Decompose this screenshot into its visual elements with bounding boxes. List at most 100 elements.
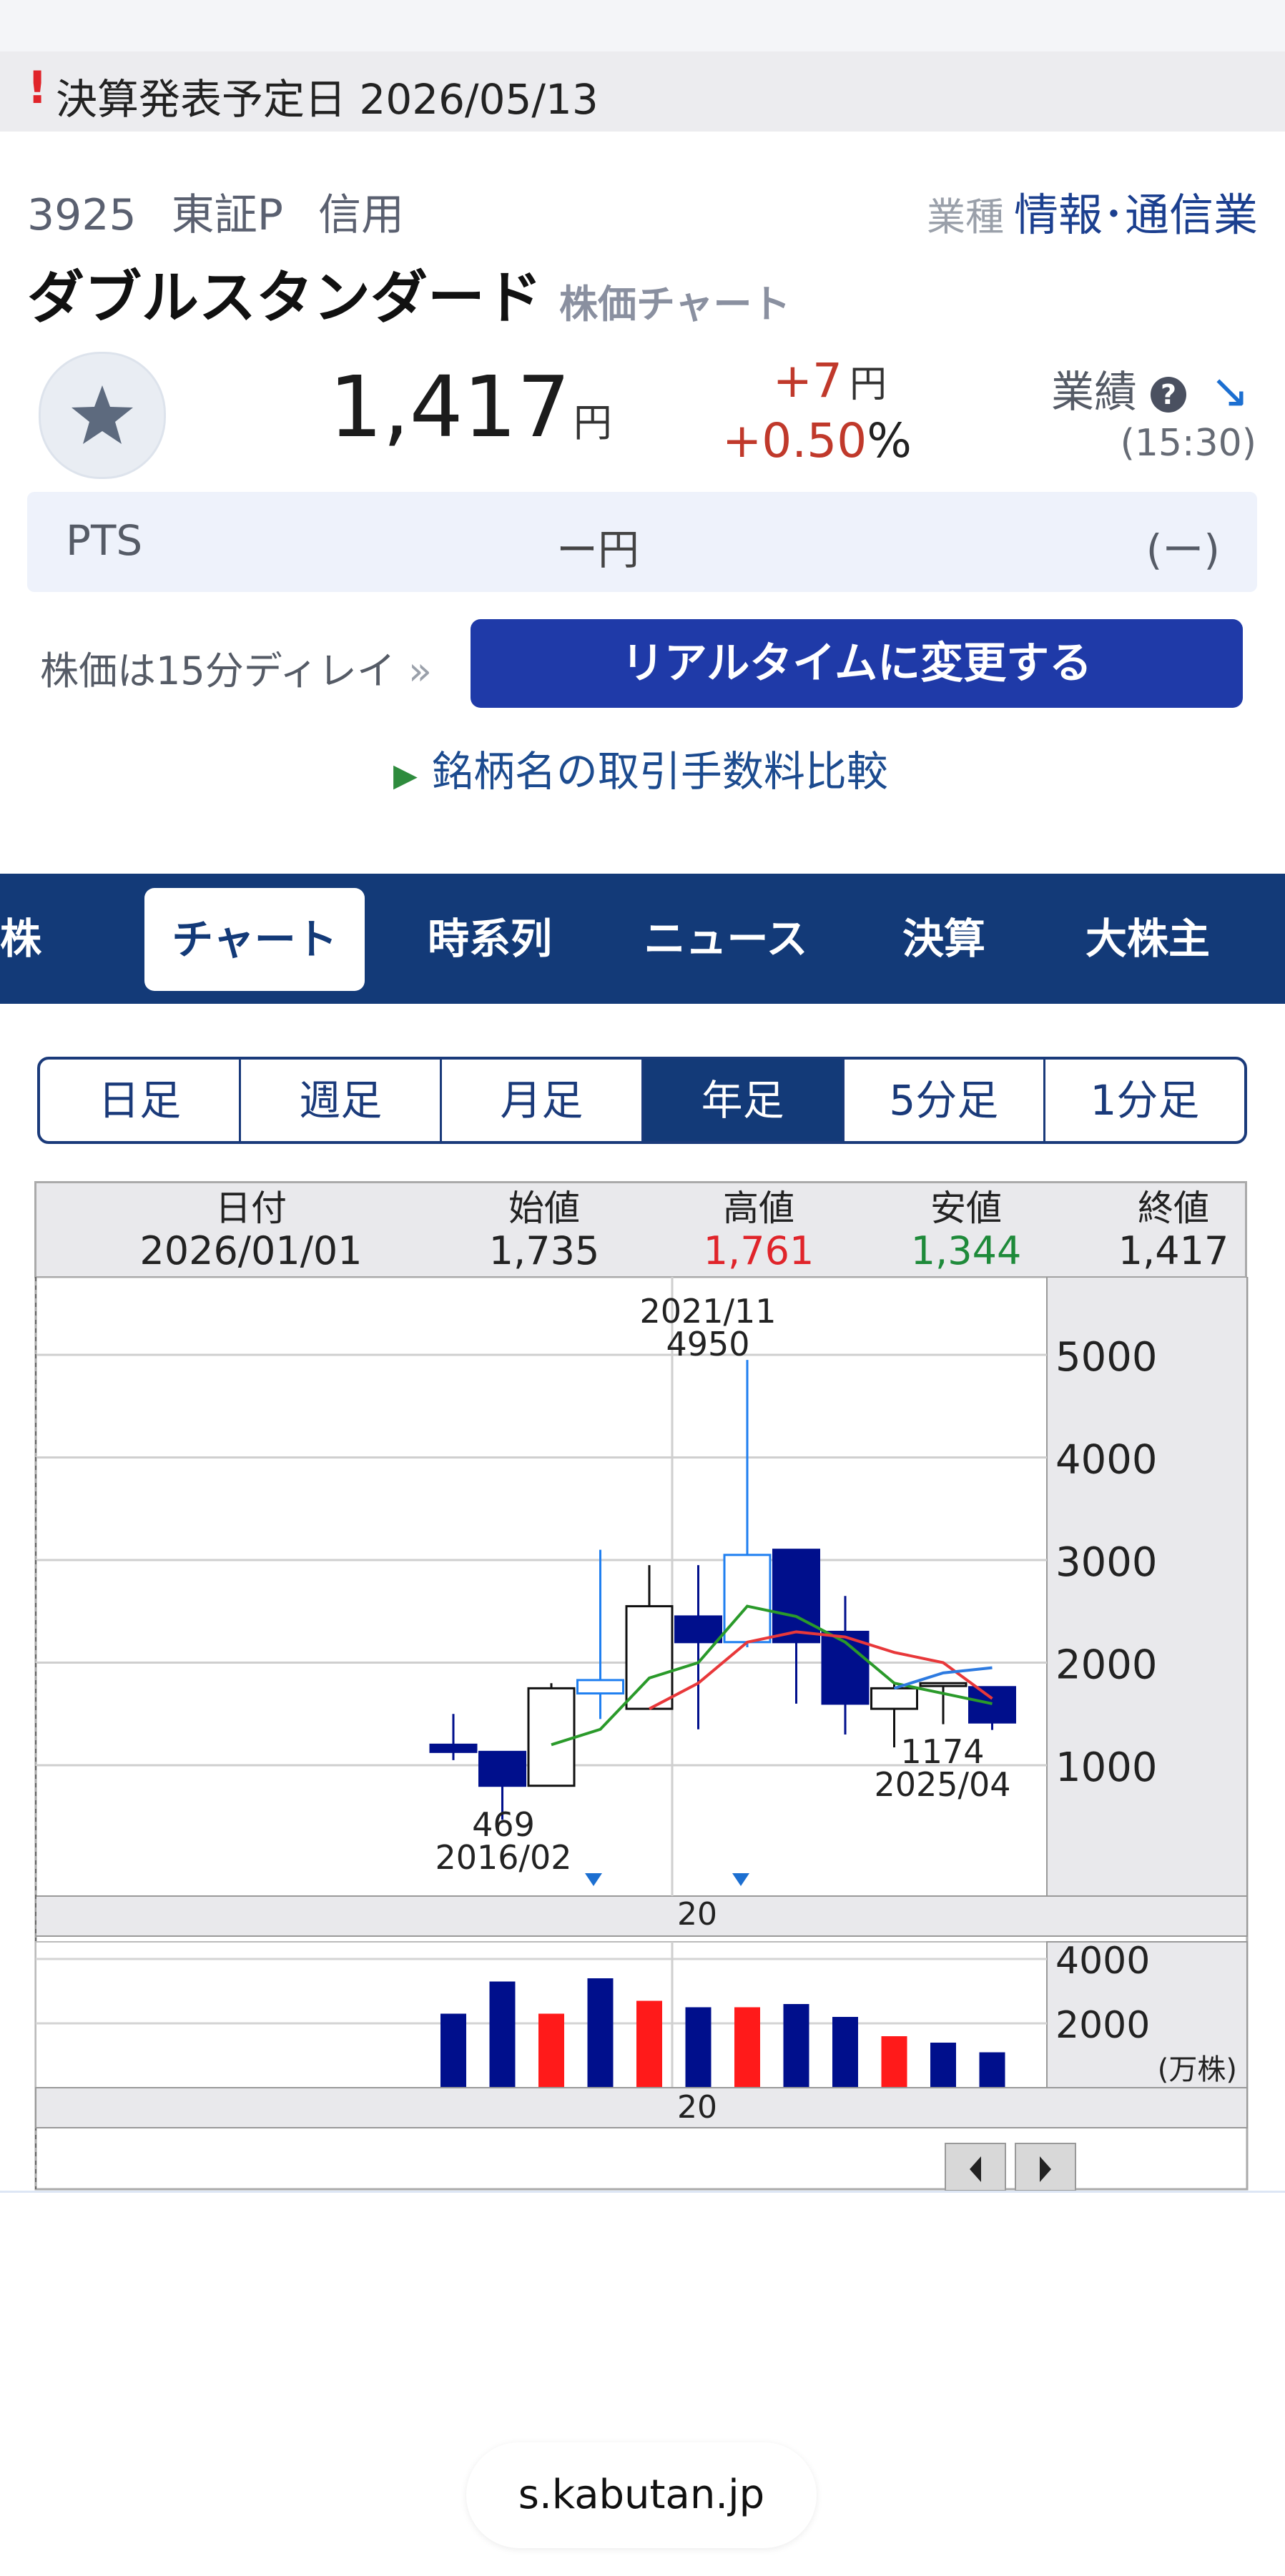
low-value: 1,344 bbox=[910, 1228, 1022, 1273]
candle-body bbox=[576, 1679, 624, 1695]
price-change-percent: +0.50% bbox=[722, 413, 912, 468]
url-bar[interactable]: s.kabutan.jp bbox=[466, 2442, 817, 2548]
price-value: 1,417 bbox=[329, 357, 571, 456]
tab-earnings[interactable]: 決算 bbox=[880, 874, 1008, 1004]
volume-unit-label: (万株) bbox=[1158, 2053, 1237, 2086]
high-value: 1,761 bbox=[703, 1228, 814, 1273]
industry-link[interactable]: 情報･通信業 bbox=[1014, 189, 1258, 241]
change-value: +7 bbox=[772, 353, 842, 408]
low-label: 安値 bbox=[930, 1188, 1002, 1229]
volume-bar bbox=[783, 2004, 809, 2088]
stock-name: ダブルスタンダード 株価チャート bbox=[27, 252, 790, 335]
favorite-button[interactable] bbox=[39, 352, 166, 479]
y-tick-label: 5000 bbox=[1055, 1334, 1158, 1381]
alert-icon: ! bbox=[27, 61, 48, 114]
tab-chart[interactable]: チャート bbox=[144, 888, 365, 991]
volume-bar bbox=[636, 2000, 662, 2088]
volume-x-label: 20 bbox=[677, 2089, 717, 2126]
volume-bar bbox=[489, 1981, 516, 2088]
ohlc-low: 安値 1,344 bbox=[859, 1188, 1073, 1273]
tab-news[interactable]: ニュース bbox=[629, 874, 822, 1004]
status-area bbox=[0, 0, 1285, 51]
industry-label: 業種 bbox=[926, 194, 1004, 240]
candle-body bbox=[968, 1686, 1016, 1724]
star-icon bbox=[72, 385, 133, 444]
timeframe-monthly[interactable]: 月足 bbox=[442, 1060, 644, 1141]
x-axis-band bbox=[35, 1895, 1248, 1937]
timeframe-daily[interactable]: 日足 bbox=[40, 1060, 242, 1141]
volume-bar bbox=[881, 2036, 907, 2088]
ohlc-close: 終値 1,417 bbox=[1066, 1188, 1281, 1273]
high-label: 高値 bbox=[723, 1188, 794, 1229]
margin-label: 信用 bbox=[318, 190, 405, 240]
fee-compare-link[interactable]: ▶ 銘柄名の取引手数料比較 bbox=[393, 738, 888, 798]
pts-row: PTS ー円 (ー) bbox=[27, 492, 1257, 592]
volume-tick-label: 4000 bbox=[1055, 1940, 1150, 1983]
pct-sign: % bbox=[867, 413, 912, 468]
y-tick-label: 2000 bbox=[1055, 1642, 1158, 1689]
play-triangle-icon: ▶ bbox=[393, 757, 418, 794]
stock-nav-tabs: 株価 チャート 時系列 ニュース 決算 大株主 bbox=[0, 874, 1285, 1093]
pts-price: ー円 bbox=[556, 525, 640, 574]
ohlc-high: 高値 1,761 bbox=[651, 1188, 866, 1273]
candle-body bbox=[478, 1750, 526, 1787]
ohlc-header: 日付 2026/01/01 始値 1,735 高値 1,761 安値 1,344… bbox=[34, 1181, 1247, 1278]
volume-bar bbox=[538, 2013, 564, 2088]
timeframe-5min[interactable]: 5分足 bbox=[845, 1060, 1045, 1141]
timeframe-selector: 日足 週足 月足 年足 5分足 1分足 bbox=[37, 1057, 1247, 1144]
market-label: 東証P bbox=[171, 190, 283, 240]
candle-body bbox=[919, 1682, 968, 1687]
pts-label: PTS bbox=[66, 516, 143, 565]
stock-code: 3925 bbox=[27, 190, 137, 240]
volume-bar bbox=[685, 2007, 712, 2088]
tab-stock-price[interactable]: 株価 bbox=[0, 874, 77, 1093]
trend-down-arrow-icon: ↘ bbox=[1210, 363, 1250, 418]
timeframe-yearly[interactable]: 年足 bbox=[643, 1060, 845, 1141]
ohlc-date: 日付 2026/01/01 bbox=[79, 1188, 423, 1273]
ohlc-open: 始値 1,735 bbox=[437, 1188, 651, 1273]
change-pct-value: +0.50 bbox=[722, 413, 867, 468]
realtime-button[interactable]: リアルタイムに変更する bbox=[471, 619, 1243, 708]
delay-text: 株価は15分ディレイ bbox=[40, 648, 395, 694]
double-chevron-icon: » bbox=[408, 648, 432, 694]
annotation-recent-low-date: 2025/04 bbox=[874, 1765, 1010, 1804]
open-label: 始値 bbox=[508, 1188, 580, 1229]
tab-time-series[interactable]: 時系列 bbox=[408, 874, 572, 1004]
price-unit: 円 bbox=[573, 400, 612, 445]
candle-body bbox=[674, 1615, 722, 1644]
volume-bar bbox=[930, 2043, 956, 2088]
earnings-alert-banner: ! 決算発表予定日 2026/05/13 bbox=[0, 51, 1285, 132]
price-time: (15:30) bbox=[1120, 422, 1256, 465]
performance-label: 業績 bbox=[1051, 367, 1137, 418]
volume-tick-label: 2000 bbox=[1055, 2004, 1150, 2047]
timeframe-weekly[interactable]: 週足 bbox=[241, 1060, 443, 1141]
candle-body bbox=[527, 1687, 576, 1787]
y-tick-label: 1000 bbox=[1055, 1745, 1158, 1791]
current-price: 1,417円 bbox=[329, 357, 612, 456]
fee-compare-text: 銘柄名の取引手数料比較 bbox=[431, 747, 888, 796]
y-tick-label: 3000 bbox=[1055, 1539, 1158, 1586]
open-value: 1,735 bbox=[488, 1228, 600, 1273]
volume-bar bbox=[734, 2007, 760, 2088]
price-chart[interactable]: 20100020003000400050002021/1149504692016… bbox=[0, 1277, 1285, 2191]
change-unit: 円 bbox=[849, 363, 887, 406]
annotation-low-date: 2016/02 bbox=[435, 1838, 571, 1877]
volume-bar bbox=[832, 2017, 858, 2088]
y-tick-label: 4000 bbox=[1055, 1437, 1158, 1484]
volume-bar bbox=[440, 2013, 466, 2088]
close-label: 終値 bbox=[1138, 1188, 1209, 1229]
date-label: 日付 bbox=[215, 1188, 287, 1229]
annotation-high-value: 4950 bbox=[666, 1325, 749, 1363]
tab-major-shareholders[interactable]: 大株主 bbox=[1065, 874, 1230, 1004]
pts-change: (ー) bbox=[1146, 525, 1220, 574]
timeframe-1min[interactable]: 1分足 bbox=[1045, 1060, 1244, 1141]
help-icon[interactable]: ? bbox=[1151, 377, 1187, 413]
chart-subtitle: 株価チャート bbox=[559, 282, 791, 327]
performance-link[interactable]: 業績 ? ↘ bbox=[1051, 357, 1249, 420]
industry-info: 業種 情報･通信業 bbox=[927, 179, 1258, 243]
candle-body bbox=[429, 1743, 478, 1753]
company-name: ダブルスタンダード bbox=[27, 265, 542, 331]
candle-body bbox=[723, 1554, 772, 1644]
earnings-date-text: 決算発表予定日 2026/05/13 bbox=[56, 75, 599, 124]
price-change: +7 円 bbox=[722, 353, 887, 408]
